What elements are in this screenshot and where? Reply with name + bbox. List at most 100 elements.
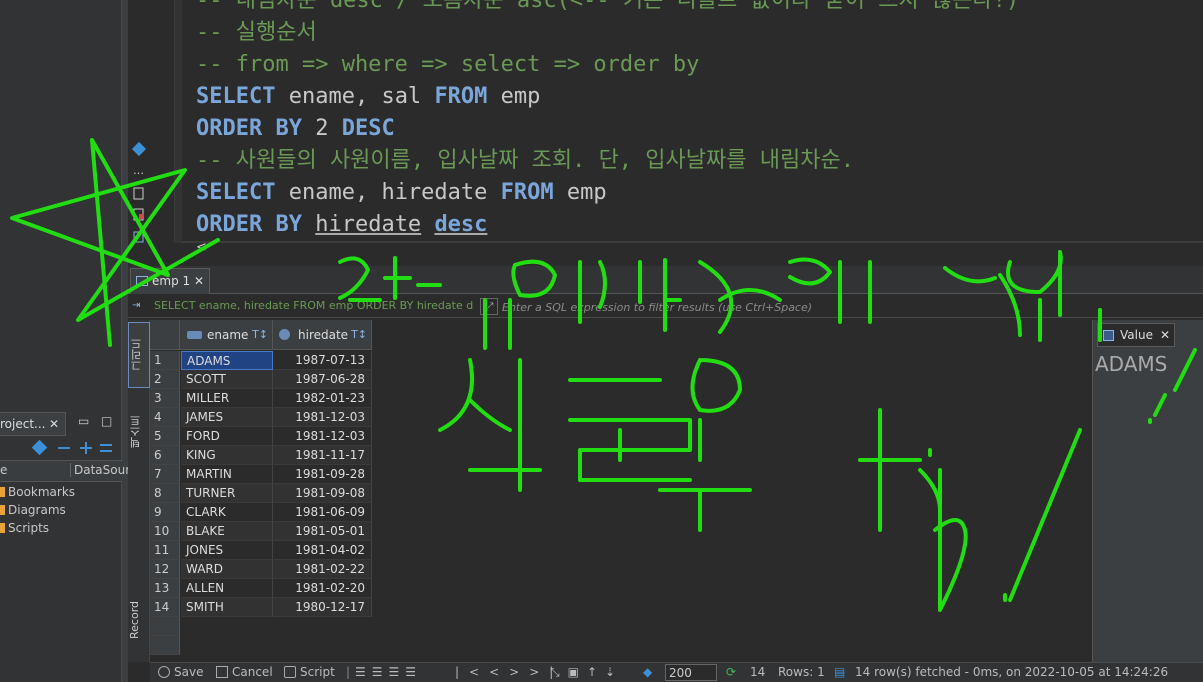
table-row[interactable]: 1 ADAMS 1987-07-13 — [150, 351, 372, 370]
cell-ename[interactable]: CLARK — [181, 503, 273, 522]
cell-ename[interactable]: FORD — [181, 427, 273, 446]
row-number[interactable]: 9 — [150, 503, 180, 522]
cell-hiredate[interactable]: 1981-02-20 — [273, 579, 372, 598]
cell-ename[interactable]: MILLER — [181, 389, 273, 408]
code-line[interactable]: -- 내림차순 desc / 오름차순 asc(<-- 기본 디폴트 값이라 굳… — [196, 0, 1019, 17]
row-number[interactable]: 1 — [150, 351, 180, 370]
refresh-icon[interactable]: ⟳ — [726, 665, 736, 679]
code-line[interactable]: SELECT ename, sal FROM emp — [196, 81, 540, 113]
cell-ename[interactable]: ADAMS — [181, 351, 273, 370]
cell-hiredate[interactable]: 1987-06-28 — [273, 370, 372, 389]
filter-input[interactable] — [502, 298, 1202, 316]
column-datasource[interactable]: DataSour — [70, 463, 130, 477]
cancel-button[interactable]: Cancel — [216, 665, 273, 679]
table-row[interactable]: 4 JAMES 1981-12-03 — [150, 408, 372, 427]
cell-hiredate[interactable]: 1981-09-08 — [273, 484, 372, 503]
results-grid[interactable]: ename T↕ hiredate T↕ 1 ADAMS 1987-07-13 2 SC… — [150, 320, 1090, 662]
row-number[interactable]: 5 — [150, 427, 180, 446]
row-number[interactable]: 12 — [150, 560, 180, 579]
horizontal-scrollbar[interactable] — [210, 243, 1203, 253]
tree-item-bookmarks[interactable]: Bookmarks — [0, 485, 75, 503]
row-number[interactable]: 3 — [150, 389, 180, 408]
cell-ename[interactable]: TURNER — [181, 484, 273, 503]
close-icon[interactable]: ✕ — [49, 413, 59, 435]
row-number[interactable]: 6 — [150, 446, 180, 465]
column-header-ename[interactable]: ename T↕ — [180, 320, 273, 350]
table-row[interactable]: 11 JONES 1981-04-02 — [150, 541, 372, 560]
table-row[interactable]: 8 TURNER 1981-09-08 — [150, 484, 372, 503]
value-viewer-text[interactable]: ADAMS — [1095, 352, 1167, 376]
close-icon[interactable]: ✕ — [194, 269, 204, 293]
row-number[interactable]: 13 — [150, 579, 180, 598]
cell-hiredate[interactable]: 1982-01-23 — [273, 389, 372, 408]
cell-hiredate[interactable]: 1981-04-02 — [273, 541, 372, 560]
cell-ename[interactable]: BLAKE — [181, 522, 273, 541]
cell-ename[interactable]: WARD — [181, 560, 273, 579]
table-row[interactable]: 6 KING 1981-11-17 — [150, 446, 372, 465]
table-row[interactable]: 13 ALLEN 1981-02-20 — [150, 579, 372, 598]
table-row[interactable]: 9 CLARK 1981-06-09 — [150, 503, 372, 522]
cell-hiredate[interactable]: 1981-11-17 — [273, 446, 372, 465]
tab-text[interactable]: 텍스트 — [128, 404, 150, 460]
navigation-icons[interactable]: |<<>>| — [455, 665, 563, 679]
tab-grid[interactable]: 그리드 — [128, 322, 150, 388]
table-row[interactable]: 14 SMITH 1980-12-17 — [150, 598, 372, 617]
cell-ename[interactable]: ALLEN — [181, 579, 273, 598]
cell-ename[interactable]: JAMES — [181, 408, 273, 427]
grid-tools-icons[interactable]: ⤡▣↑⇣ — [550, 665, 623, 680]
table-row[interactable]: 12 WARD 1981-02-22 — [150, 560, 372, 579]
cell-ename[interactable]: SMITH — [181, 598, 273, 617]
row-limit-input[interactable] — [665, 664, 717, 681]
cell-hiredate[interactable]: 1981-09-28 — [273, 465, 372, 484]
save-button[interactable]: Save — [158, 665, 203, 679]
code-line[interactable]: -- 사원들의 사원이름, 입사날짜 조회. 단, 입사날짜를 내림차순. — [196, 145, 854, 177]
tab-project[interactable]: roject... ✕ — [0, 412, 66, 436]
tab-value[interactable]: Value ✕ — [1097, 323, 1175, 347]
row-number[interactable]: 4 — [150, 408, 180, 427]
row-number[interactable]: 8 — [150, 484, 180, 503]
cell-ename[interactable]: MARTIN — [181, 465, 273, 484]
cell-ename[interactable]: KING — [181, 446, 273, 465]
code-line[interactable]: SELECT ename, hiredate FROM emp — [196, 177, 607, 209]
table-row[interactable]: 5 FORD 1981-12-03 — [150, 427, 372, 446]
panel-separator[interactable] — [121, 0, 128, 682]
table-row[interactable]: 7 MARTIN 1981-09-28 — [150, 465, 372, 484]
code-line[interactable]: -- 실행순서 — [196, 17, 317, 49]
table-row[interactable]: 10 BLAKE 1981-05-01 — [150, 522, 372, 541]
row-number[interactable]: 10 — [150, 522, 180, 541]
code-line[interactable]: ORDER BY 2 DESC — [196, 113, 395, 145]
cell-hiredate[interactable]: 1981-02-22 — [273, 560, 372, 579]
tree-item-diagrams[interactable]: Diagrams — [0, 503, 66, 521]
row-number[interactable]: 2 — [150, 370, 180, 389]
code-line[interactable]: -- from => where => select => order by — [196, 49, 699, 81]
row-number[interactable]: 7 — [150, 465, 180, 484]
filter-expand-icon[interactable]: ⤢ — [480, 298, 498, 315]
script-button[interactable]: Script — [284, 665, 335, 679]
row-number[interactable]: 11 — [150, 541, 180, 560]
minimize-icon[interactable]: ▭ — [78, 414, 89, 428]
cell-ename[interactable]: JONES — [181, 541, 273, 560]
cell-hiredate[interactable]: 1981-06-09 — [273, 503, 372, 522]
code-line[interactable]: ORDER BY hiredate desc — [196, 209, 487, 241]
tree-item-scripts[interactable]: Scripts — [0, 521, 49, 539]
close-icon[interactable]: ✕ — [1160, 324, 1170, 346]
cell-hiredate[interactable]: 1987-07-13 — [273, 351, 372, 370]
edit-row-icons[interactable]: ☰☰☰☰ — [355, 665, 422, 679]
tab-emp-1[interactable]: emp 1 ✕ — [130, 268, 210, 294]
sort-filter-icon[interactable]: T↕ — [351, 320, 367, 350]
cell-hiredate[interactable]: 1981-05-01 — [273, 522, 372, 541]
table-row[interactable]: 2 SCOTT 1987-06-28 — [150, 370, 372, 389]
maximize-icon[interactable]: □ — [101, 414, 112, 428]
sort-filter-icon[interactable]: T↕ — [252, 320, 268, 350]
row-number-header[interactable] — [150, 320, 180, 350]
column-name[interactable]: e — [0, 463, 7, 477]
scroll-left-icon[interactable]: < — [196, 241, 210, 255]
sql-editor[interactable]: -- 내림차순 desc / 오름차순 asc(<-- 기본 디폴트 값이라 굳… — [182, 0, 1203, 243]
cell-hiredate[interactable]: 1981-12-03 — [273, 427, 372, 446]
cell-hiredate[interactable]: 1981-12-03 — [273, 408, 372, 427]
column-header-hiredate[interactable]: hiredate T↕ — [273, 320, 372, 350]
cell-hiredate[interactable]: 1980-12-17 — [273, 598, 372, 617]
row-number[interactable]: 14 — [150, 598, 180, 617]
cell-ename[interactable]: SCOTT — [181, 370, 273, 389]
table-row[interactable]: 3 MILLER 1982-01-23 — [150, 389, 372, 408]
